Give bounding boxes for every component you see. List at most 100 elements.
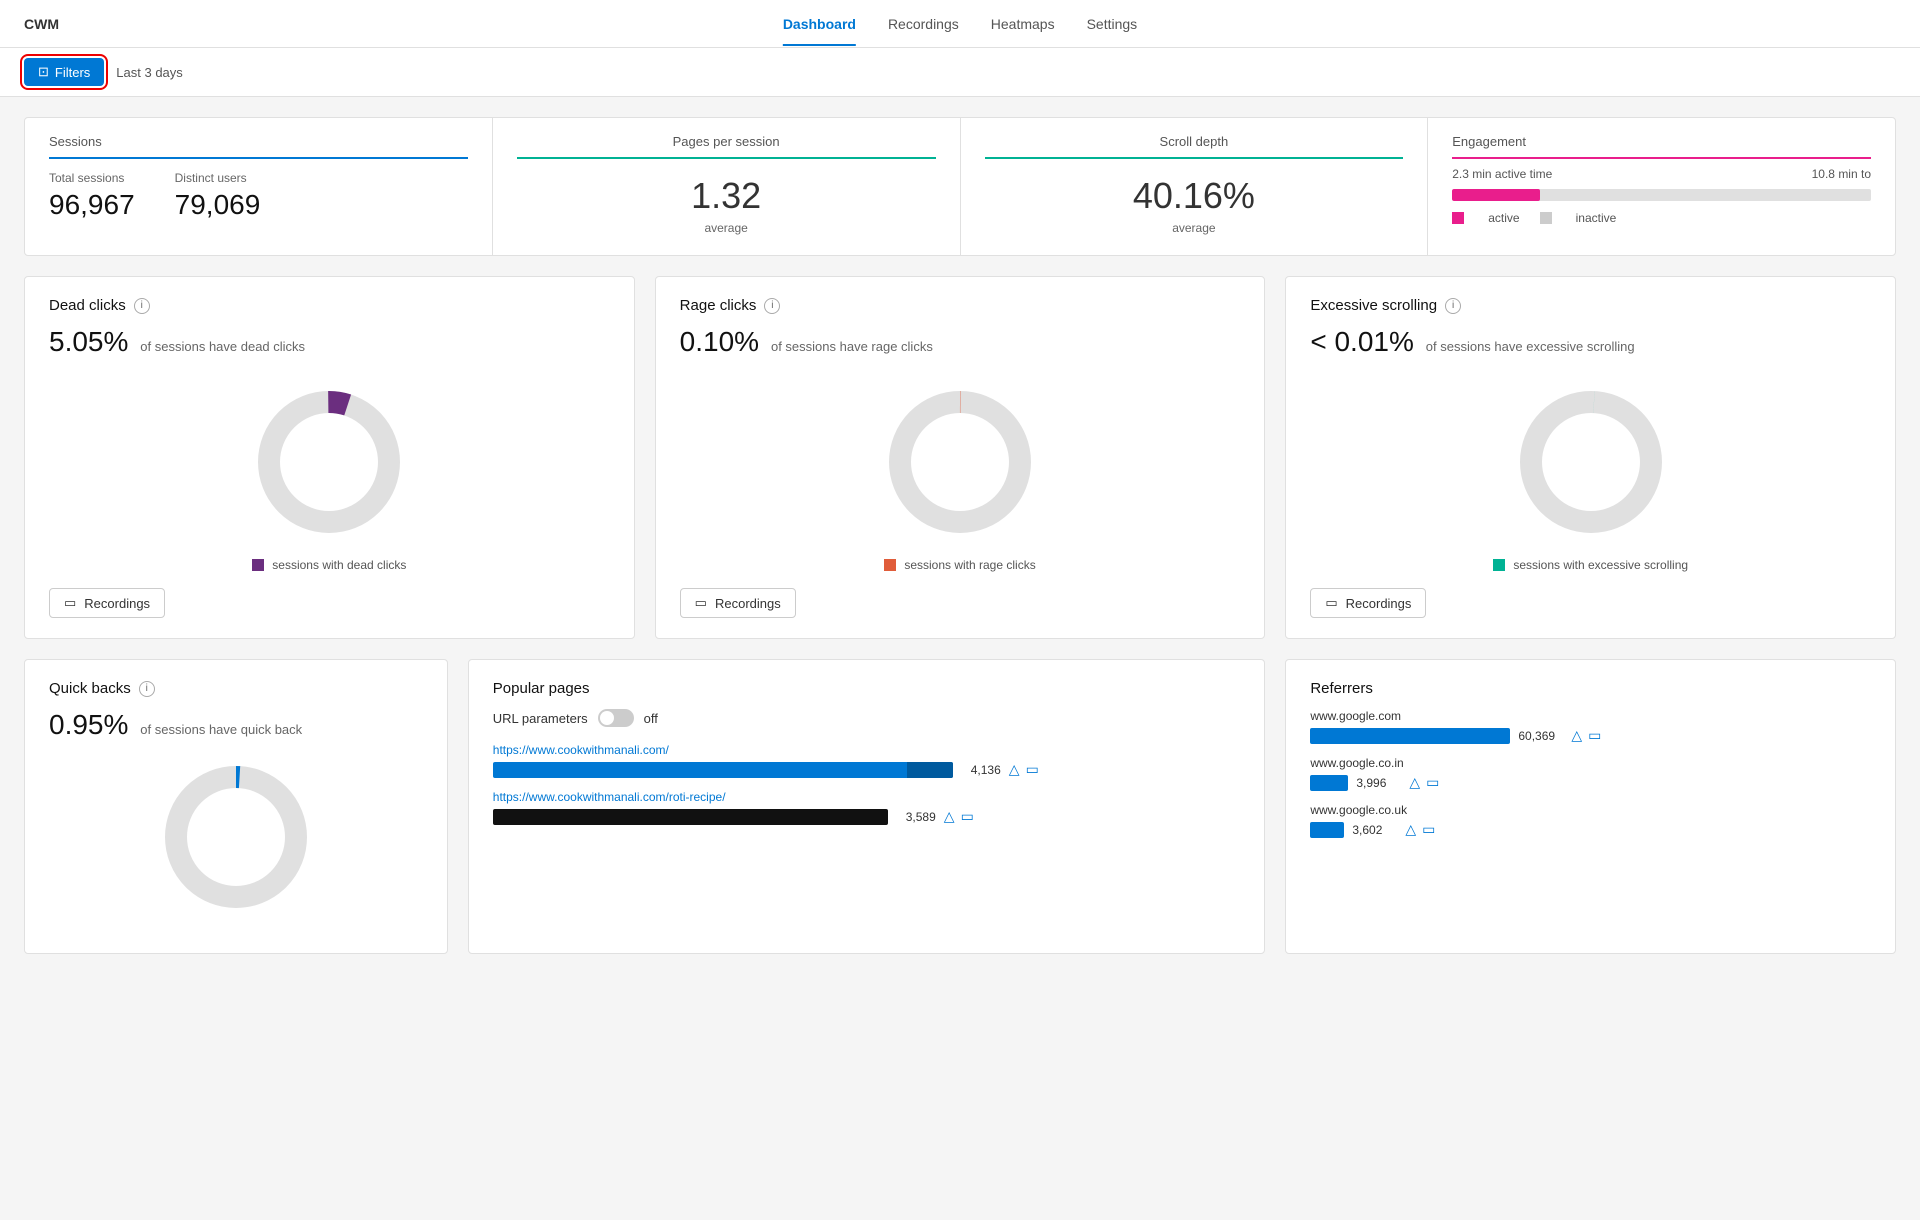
- ref-count-2: 3,996: [1356, 776, 1401, 790]
- distinct-users-value: 79,069: [175, 189, 261, 221]
- total-sessions-item: Total sessions 96,967: [49, 171, 135, 221]
- url-count-2: 3,589: [896, 810, 936, 824]
- excessive-scrolling-title: Excessive scrolling i: [1310, 297, 1871, 314]
- url-bar-2: [493, 809, 888, 825]
- engagement-header: Engagement: [1452, 134, 1871, 159]
- ref-row-2: www.google.co.in 3,996 △ ▭: [1310, 756, 1871, 791]
- ref-row-1: www.google.com 60,369 △ ▭: [1310, 709, 1871, 744]
- dead-clicks-recordings-button[interactable]: ▭ Recordings: [49, 588, 165, 618]
- toggle-state: off: [644, 711, 658, 726]
- ref-name-2: www.google.co.in: [1310, 756, 1871, 770]
- total-time: 10.8 min to: [1812, 167, 1871, 181]
- ref-recording-icon-1[interactable]: ▭: [1588, 727, 1601, 744]
- rage-clicks-recordings-button[interactable]: ▭ Recordings: [680, 588, 796, 618]
- scroll-block: Scroll depth 40.16% average: [961, 118, 1429, 255]
- url-bar-row-2: 3,589 △ ▭: [493, 808, 1241, 825]
- dead-clicks-percent: 5.05%: [49, 326, 128, 357]
- quick-backs-info-icon[interactable]: i: [139, 681, 155, 697]
- popular-pages-card: Popular pages URL parameters off https:/…: [468, 659, 1266, 954]
- active-label: active: [1488, 211, 1519, 225]
- rage-clicks-info-icon[interactable]: i: [764, 298, 780, 314]
- scroll-header: Scroll depth: [985, 134, 1404, 159]
- nav-dashboard[interactable]: Dashboard: [783, 2, 856, 46]
- app-title: CWM: [24, 16, 59, 32]
- scroll-value: 40.16%: [985, 175, 1404, 217]
- url-bar-row-1: 4,136 △ ▭: [493, 761, 1241, 778]
- ref-actions-1: △ ▭: [1571, 727, 1601, 744]
- ref-name-1: www.google.com: [1310, 709, 1871, 723]
- toolbar: ⊡ Filters Last 3 days: [0, 48, 1920, 97]
- main-content: Sessions Total sessions 96,967 Distinct …: [0, 97, 1920, 974]
- url-actions-1: △ ▭: [1009, 761, 1039, 778]
- nav-recordings[interactable]: Recordings: [888, 2, 959, 46]
- top-nav: CWM Dashboard Recordings Heatmaps Settin…: [0, 0, 1920, 48]
- excessive-scrolling-legend: sessions with excessive scrolling: [1310, 558, 1871, 572]
- referrers-card: Referrers www.google.com 60,369 △ ▭ www.…: [1285, 659, 1896, 954]
- quick-backs-title: Quick backs i: [49, 680, 423, 697]
- rage-clicks-desc: of sessions have rage clicks: [771, 339, 933, 354]
- total-sessions-value: 96,967: [49, 189, 135, 221]
- url-params-toggle[interactable]: [598, 709, 634, 727]
- ref-recording-icon-3[interactable]: ▭: [1422, 821, 1435, 838]
- ref-actions-3: △ ▭: [1405, 821, 1435, 838]
- dead-clicks-desc: of sessions have dead clicks: [140, 339, 305, 354]
- quick-backs-desc: of sessions have quick back: [140, 722, 302, 737]
- quick-backs-card: Quick backs i 0.95% of sessions have qui…: [24, 659, 448, 954]
- nav-heatmaps[interactable]: Heatmaps: [991, 2, 1055, 46]
- bottom-cards-row: Quick backs i 0.95% of sessions have qui…: [24, 659, 1896, 954]
- excessive-scrolling-dot: [1493, 559, 1505, 571]
- ref-recording-icon-2[interactable]: ▭: [1426, 774, 1439, 791]
- filter-button[interactable]: ⊡ Filters: [24, 58, 104, 86]
- url-recording-icon-1[interactable]: ▭: [1026, 761, 1039, 778]
- recordings-icon-3: ▭: [1325, 595, 1337, 611]
- url-row-1: https://www.cookwithmanali.com/ 4,136 △ …: [493, 743, 1241, 778]
- url-bar-1: [493, 762, 953, 778]
- pages-block: Pages per session 1.32 average: [493, 118, 961, 255]
- ref-bar-row-2: 3,996 △ ▭: [1310, 774, 1871, 791]
- nav-settings[interactable]: Settings: [1087, 2, 1138, 46]
- url-params-label: URL parameters: [493, 711, 588, 726]
- url-recording-icon-2[interactable]: ▭: [961, 808, 974, 825]
- url-actions-2: △ ▭: [944, 808, 974, 825]
- filter-icon: ⊡: [38, 64, 49, 80]
- recordings-icon: ▭: [64, 595, 76, 611]
- dead-clicks-legend: sessions with dead clicks: [49, 558, 610, 572]
- ref-bar-row-1: 60,369 △ ▭: [1310, 727, 1871, 744]
- pages-sub: average: [517, 221, 936, 235]
- ref-actions-2: △ ▭: [1409, 774, 1439, 791]
- ref-heatmap-icon-1[interactable]: △: [1571, 727, 1582, 744]
- excessive-scrolling-desc: of sessions have excessive scrolling: [1426, 339, 1635, 354]
- dead-clicks-card: Dead clicks i 5.05% of sessions have dea…: [24, 276, 635, 639]
- total-sessions-label: Total sessions: [49, 171, 135, 185]
- ref-bar-row-3: 3,602 △ ▭: [1310, 821, 1871, 838]
- rage-clicks-dot: [884, 559, 896, 571]
- dead-clicks-info-icon[interactable]: i: [134, 298, 150, 314]
- ref-name-3: www.google.co.uk: [1310, 803, 1871, 817]
- pages-header: Pages per session: [517, 134, 936, 159]
- nav-center: Dashboard Recordings Heatmaps Settings: [783, 2, 1137, 46]
- ref-heatmap-icon-2[interactable]: △: [1409, 774, 1420, 791]
- referrers-title: Referrers: [1310, 680, 1871, 697]
- pages-value: 1.32: [517, 175, 936, 217]
- ref-bar-2: [1310, 775, 1348, 791]
- url-text-1: https://www.cookwithmanali.com/: [493, 743, 1241, 757]
- ref-heatmap-icon-3[interactable]: △: [1405, 821, 1416, 838]
- inactive-label: inactive: [1576, 211, 1617, 225]
- rage-clicks-card: Rage clicks i 0.10% of sessions have rag…: [655, 276, 1266, 639]
- url-heatmap-icon-2[interactable]: △: [944, 808, 955, 825]
- engagement-block: Engagement 2.3 min active time 10.8 min …: [1428, 118, 1895, 255]
- cards-row-1: Dead clicks i 5.05% of sessions have dea…: [24, 276, 1896, 639]
- excessive-scrolling-info-icon[interactable]: i: [1445, 298, 1461, 314]
- ref-count-1: 60,369: [1518, 729, 1563, 743]
- rage-clicks-percent: 0.10%: [680, 326, 759, 357]
- excessive-scrolling-recordings-button[interactable]: ▭ Recordings: [1310, 588, 1426, 618]
- excessive-scrolling-percent: < 0.01%: [1310, 326, 1414, 357]
- stats-row: Sessions Total sessions 96,967 Distinct …: [24, 117, 1896, 256]
- url-count-1: 4,136: [961, 763, 1001, 777]
- recordings-icon-2: ▭: [695, 595, 707, 611]
- rage-clicks-title: Rage clicks i: [680, 297, 1241, 314]
- engagement-bar-fill: [1452, 189, 1540, 201]
- excessive-scrolling-donut: [1310, 382, 1871, 542]
- url-text-2: https://www.cookwithmanali.com/roti-reci…: [493, 790, 1241, 804]
- url-heatmap-icon-1[interactable]: △: [1009, 761, 1020, 778]
